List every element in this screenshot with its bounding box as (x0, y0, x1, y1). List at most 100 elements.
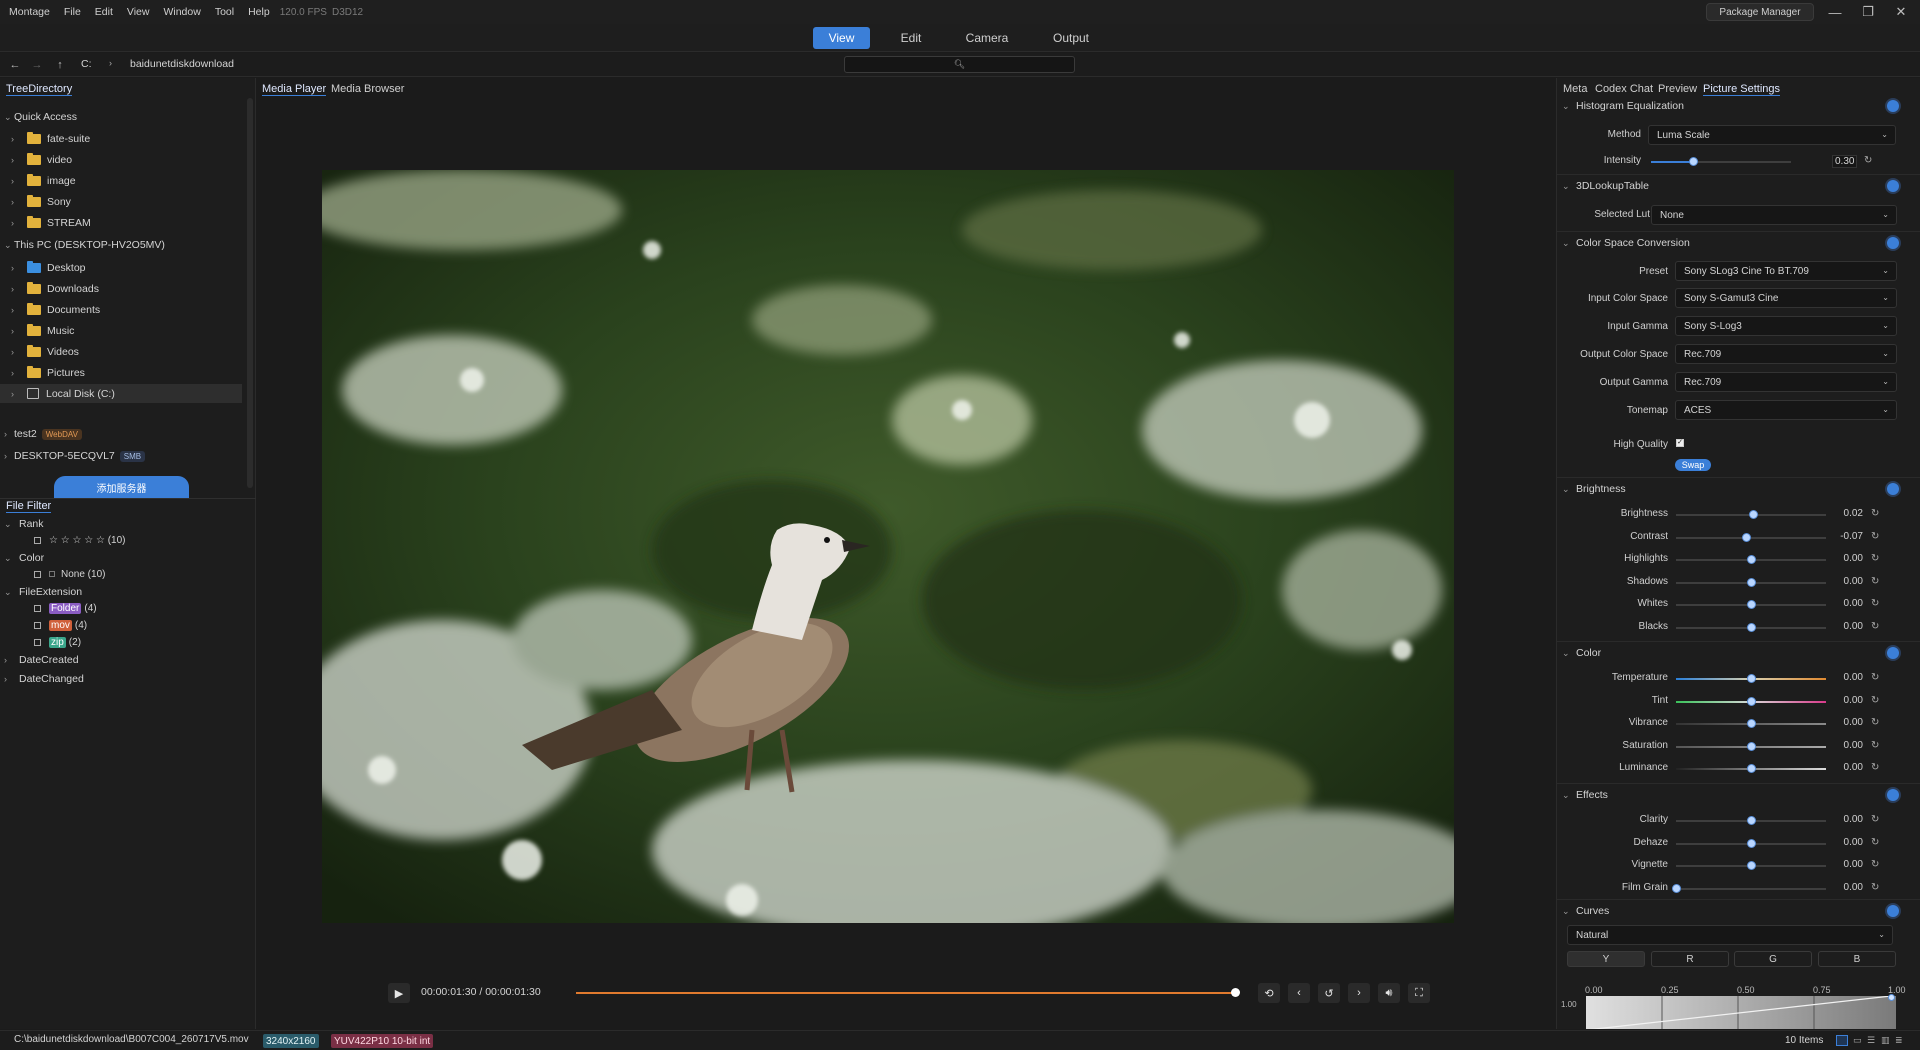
tree-item-local-disk[interactable]: › Local Disk (C:) (0, 384, 242, 403)
next-frame-icon[interactable]: › (1348, 983, 1370, 1003)
reset-icon[interactable]: ↻ (1864, 155, 1872, 166)
section-toggle[interactable] (1887, 647, 1899, 659)
tab-preview[interactable]: Preview (1658, 83, 1697, 95)
slider-handle[interactable] (1747, 816, 1756, 825)
volume-icon[interactable]: 🔊︎ (1378, 983, 1400, 1003)
previous-frame-icon[interactable]: ‹ (1288, 983, 1310, 1003)
curve-editor[interactable] (1586, 996, 1896, 1029)
detail-view-icon[interactable]: ≣ (1895, 1035, 1903, 1046)
list-view-icon[interactable]: ☰ (1867, 1035, 1875, 1046)
reset-icon[interactable]: ↻ (1871, 859, 1879, 870)
this-pc-header[interactable]: ⌄ This PC (DESKTOP-HV2O5MV) (0, 236, 246, 254)
slider-value[interactable]: 0.00 (1833, 672, 1863, 683)
breadcrumb-folder[interactable]: baidunetdiskdownload (130, 58, 234, 70)
filter-rank-header[interactable]: ⌄ Rank (0, 516, 44, 532)
rewind-icon[interactable]: ↺ (1318, 983, 1340, 1003)
filter-extension-header[interactable]: ⌄ FileExtension (0, 584, 82, 600)
slider-handle[interactable] (1747, 577, 1756, 587)
reset-icon[interactable]: ↻ (1871, 621, 1879, 632)
server-test2[interactable]: › test2 WebDAV (0, 425, 246, 443)
restore-icon[interactable]: ❐ (1853, 2, 1883, 22)
curve-preset-select[interactable]: Natural ⌄ (1567, 925, 1893, 945)
large-view-icon[interactable]: ▭ (1853, 1035, 1862, 1046)
loop-icon[interactable]: ⟲ (1258, 983, 1280, 1003)
reset-icon[interactable]: ↻ (1871, 553, 1879, 564)
slider-handle[interactable] (1689, 157, 1698, 166)
tree-item-image[interactable]: › image (0, 171, 242, 190)
tab-codex-chat[interactable]: Codex Chat (1595, 83, 1653, 95)
tree-item-pictures[interactable]: › Pictures (0, 363, 242, 382)
curve-channel-g[interactable]: G (1734, 951, 1812, 967)
csc-select[interactable]: Rec.709 ⌄ (1675, 344, 1897, 364)
checkbox[interactable] (34, 621, 41, 629)
tree-item-music[interactable]: › Music (0, 321, 242, 340)
tab-tree-directory[interactable]: TreeDirectory (6, 83, 73, 96)
menu-tool[interactable]: Tool (215, 6, 234, 18)
tree-item-stream[interactable]: › STREAM (0, 213, 242, 232)
section-toggle[interactable] (1887, 180, 1899, 192)
tree-item-sony[interactable]: › Sony (0, 192, 242, 211)
forward-icon[interactable]: → (29, 57, 45, 73)
menu-edit[interactable]: Edit (95, 6, 113, 18)
section-curves[interactable]: ⌄ Curves (1557, 902, 1920, 920)
section-brightness[interactable]: ⌄ Brightness (1557, 480, 1920, 498)
play-icon[interactable]: ▶ (388, 983, 410, 1003)
tree-item-downloads[interactable]: › Downloads (0, 279, 242, 298)
intensity-value[interactable]: 0.30 (1832, 155, 1858, 168)
tab-camera[interactable]: Camera (952, 27, 1022, 49)
filter-ext-zip[interactable]: zip (2) (34, 634, 81, 650)
slider-handle[interactable] (1747, 764, 1756, 773)
reset-icon[interactable]: ↻ (1871, 837, 1879, 848)
curve-channel-r[interactable]: R (1651, 951, 1729, 967)
reset-icon[interactable]: ↻ (1871, 672, 1879, 683)
curve-channel-y[interactable]: Y (1567, 951, 1645, 967)
package-manager-button[interactable]: Package Manager (1706, 3, 1814, 21)
slider-handle[interactable] (1747, 719, 1756, 728)
slider-value[interactable]: 0.00 (1833, 882, 1863, 893)
section-toggle[interactable] (1887, 483, 1899, 495)
quick-access-header[interactable]: ⌄ Quick Access (0, 108, 246, 126)
tree-scrollbar[interactable] (247, 98, 253, 488)
slider-value[interactable]: 0.00 (1833, 621, 1863, 632)
section-color[interactable]: ⌄ Color (1557, 644, 1920, 662)
slider-handle[interactable] (1747, 696, 1756, 706)
csc-select[interactable]: Sony S-Gamut3 Cine ⌄ (1675, 288, 1897, 308)
search-input[interactable]: 🔍︎ (844, 56, 1075, 73)
tab-media-browser[interactable]: Media Browser (331, 83, 404, 95)
menu-help[interactable]: Help (248, 6, 270, 18)
slider-handle[interactable] (1748, 510, 1758, 519)
section-toggle[interactable] (1887, 789, 1899, 801)
tree-item-video[interactable]: › video (0, 150, 242, 169)
slider-value[interactable]: 0.00 (1833, 553, 1863, 564)
reset-icon[interactable]: ↻ (1871, 762, 1879, 773)
menu-window[interactable]: Window (163, 6, 200, 18)
up-icon[interactable]: ↑ (52, 57, 68, 73)
add-server-button[interactable]: 添加服务器 (54, 476, 189, 498)
menu-montage[interactable]: Montage (9, 6, 50, 18)
tree-item-videos[interactable]: › Videos (0, 342, 242, 361)
slider-track[interactable] (1676, 536, 1826, 539)
section-3d-lookup-table[interactable]: ⌄ 3DLookupTable (1557, 177, 1920, 195)
checkbox[interactable] (34, 570, 41, 578)
slider-value[interactable]: 0.02 (1833, 508, 1863, 519)
slider-value[interactable]: 0.00 (1833, 598, 1863, 609)
method-select[interactable]: Luma Scale ⌄ (1648, 125, 1896, 145)
reset-icon[interactable]: ↻ (1871, 695, 1879, 706)
checkbox[interactable] (34, 638, 41, 646)
reset-icon[interactable]: ↻ (1871, 717, 1879, 728)
menu-view[interactable]: View (127, 6, 150, 18)
section-color-space-conversion[interactable]: ⌄ Color Space Conversion (1557, 234, 1920, 252)
slider-value[interactable]: 0.00 (1833, 740, 1863, 751)
slider-value[interactable]: 0.00 (1833, 717, 1863, 728)
timeline-handle[interactable] (1231, 988, 1240, 997)
menu-file[interactable]: File (64, 6, 81, 18)
reset-icon[interactable]: ↻ (1871, 598, 1879, 609)
reset-icon[interactable]: ↻ (1871, 508, 1879, 519)
section-toggle[interactable] (1887, 905, 1899, 917)
reset-icon[interactable]: ↻ (1871, 814, 1879, 825)
filter-date-changed-header[interactable]: › DateChanged (0, 671, 84, 687)
slider-handle[interactable] (1747, 741, 1756, 751)
slider-value[interactable]: 0.00 (1833, 762, 1863, 773)
reset-icon[interactable]: ↻ (1871, 740, 1879, 751)
csc-select[interactable]: Sony S-Log3 ⌄ (1675, 316, 1897, 336)
